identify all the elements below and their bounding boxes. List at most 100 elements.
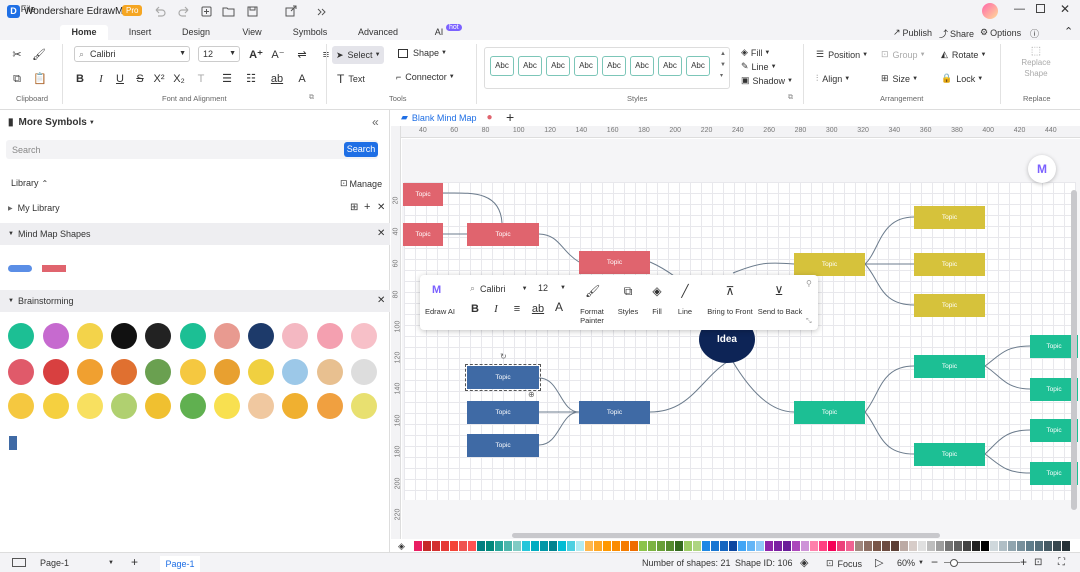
color-swatch[interactable] [1017,541,1025,551]
topic-node[interactable]: Topic [579,401,650,424]
color-swatch[interactable] [990,541,998,551]
color-swatch[interactable] [639,541,647,551]
color-swatch[interactable] [783,541,791,551]
float-bold-icon[interactable]: B [468,302,482,316]
color-swatch[interactable] [450,541,458,551]
topic-node-selected[interactable]: Topic [465,364,541,391]
format-painter-icon[interactable]: 🖌 [585,284,600,298]
color-swatch[interactable] [576,541,584,551]
color-swatch[interactable] [612,541,620,551]
float-fill-label[interactable]: Fill [645,307,669,316]
topic-node[interactable]: Topic [579,251,650,274]
color-swatch[interactable] [540,541,548,551]
color-swatch[interactable] [810,541,818,551]
color-swatch[interactable] [720,541,728,551]
color-swatch[interactable] [585,541,593,551]
topic-node[interactable]: Topic [467,401,539,424]
color-swatch[interactable] [828,541,836,551]
color-swatch[interactable] [486,541,494,551]
float-font-color-icon[interactable]: A [552,300,566,314]
page-tab[interactable]: Page-1 [160,556,200,572]
color-swatch[interactable] [792,541,800,551]
color-swatch[interactable] [999,541,1007,551]
resize-icon[interactable]: ⤡ [806,318,812,326]
color-swatch[interactable] [567,541,575,551]
color-swatch[interactable] [819,541,827,551]
edraw-ai-float-icon[interactable]: M [1028,155,1056,183]
color-swatch[interactable] [594,541,602,551]
focus-button[interactable]: ⊡ Focus [826,558,862,569]
topic-node[interactable]: Topic [914,206,985,229]
color-swatch[interactable] [522,541,530,551]
edraw-ai-icon[interactable]: M [432,284,441,296]
color-swatch[interactable] [648,541,656,551]
float-italic-icon[interactable]: I [489,302,503,316]
float-size-select[interactable]: 12 ▼ [538,283,566,293]
color-swatch[interactable] [531,541,539,551]
color-swatch[interactable] [603,541,611,551]
float-font-select[interactable]: ⌕ Calibri ▼ [470,283,528,294]
styles-icon[interactable]: ⧉ [621,284,635,298]
color-swatch[interactable] [765,541,773,551]
topic-node[interactable]: Topic [467,434,539,457]
format-painter-label[interactable]: Format Painter [574,307,610,325]
topic-node[interactable]: Topic [914,253,985,276]
topic-node[interactable]: Topic [914,443,985,466]
color-swatch[interactable] [936,541,944,551]
color-swatch[interactable] [1071,541,1079,551]
horizontal-scrollbar[interactable] [512,533,940,538]
color-swatch[interactable] [891,541,899,551]
topic-node[interactable]: Topic [914,355,985,378]
color-swatch[interactable] [666,541,674,551]
zoom-slider-handle[interactable] [950,559,958,567]
color-swatch[interactable] [432,541,440,551]
bring-front-icon[interactable]: ⊼ [723,284,737,298]
zoom-in-icon[interactable]: + [1020,555,1027,569]
color-swatch[interactable] [693,541,701,551]
topic-node[interactable]: Topic [467,223,539,246]
color-swatch[interactable] [945,541,953,551]
color-swatch[interactable] [477,541,485,551]
color-swatch[interactable] [1062,541,1070,551]
page-select[interactable]: Page-1 ▼ [40,558,114,568]
color-swatch[interactable] [1044,541,1052,551]
fill-icon[interactable]: ◈ [650,284,664,298]
color-swatch[interactable] [504,541,512,551]
color-swatch[interactable] [414,541,422,551]
topic-node[interactable]: Topic [403,223,443,246]
edraw-ai-label[interactable]: Edraw AI [422,307,458,316]
page-panel-icon[interactable] [12,558,26,567]
play-icon[interactable]: ▷ [875,556,883,569]
color-swatch[interactable] [459,541,467,551]
rotate-handle-icon[interactable]: ↻ [500,352,507,361]
line-icon[interactable]: ╱ [678,284,692,298]
layers-icon[interactable]: ◈ [800,556,808,569]
color-swatch[interactable] [1008,541,1016,551]
float-line-label[interactable]: Line [673,307,697,316]
color-swatch[interactable] [855,541,863,551]
color-swatch[interactable] [963,541,971,551]
color-swatch[interactable] [927,541,935,551]
color-swatch[interactable] [981,541,989,551]
color-swatch[interactable] [954,541,962,551]
zoom-select[interactable]: 60% ▼ [897,558,924,568]
color-swatch[interactable] [675,541,683,551]
color-swatch[interactable] [729,541,737,551]
topic-node[interactable]: Topic [914,294,985,317]
color-swatch[interactable] [621,541,629,551]
topic-node[interactable]: Topic [794,401,865,424]
color-swatch[interactable] [441,541,449,551]
float-highlight-icon[interactable]: ab [531,302,545,316]
color-swatch[interactable] [918,541,926,551]
color-swatch[interactable] [1053,541,1061,551]
color-swatch[interactable] [846,541,854,551]
add-page-icon[interactable]: + [131,555,138,569]
float-styles-label[interactable]: Styles [614,307,642,316]
vertical-scrollbar[interactable] [1071,190,1077,510]
send-back-label[interactable]: Send to Back [756,307,804,316]
topic-node[interactable]: Topic [403,183,443,206]
color-swatch[interactable] [738,541,746,551]
send-back-icon[interactable]: ⊻ [772,284,786,298]
topic-node[interactable]: Topic [794,253,865,276]
color-swatch[interactable] [972,541,980,551]
